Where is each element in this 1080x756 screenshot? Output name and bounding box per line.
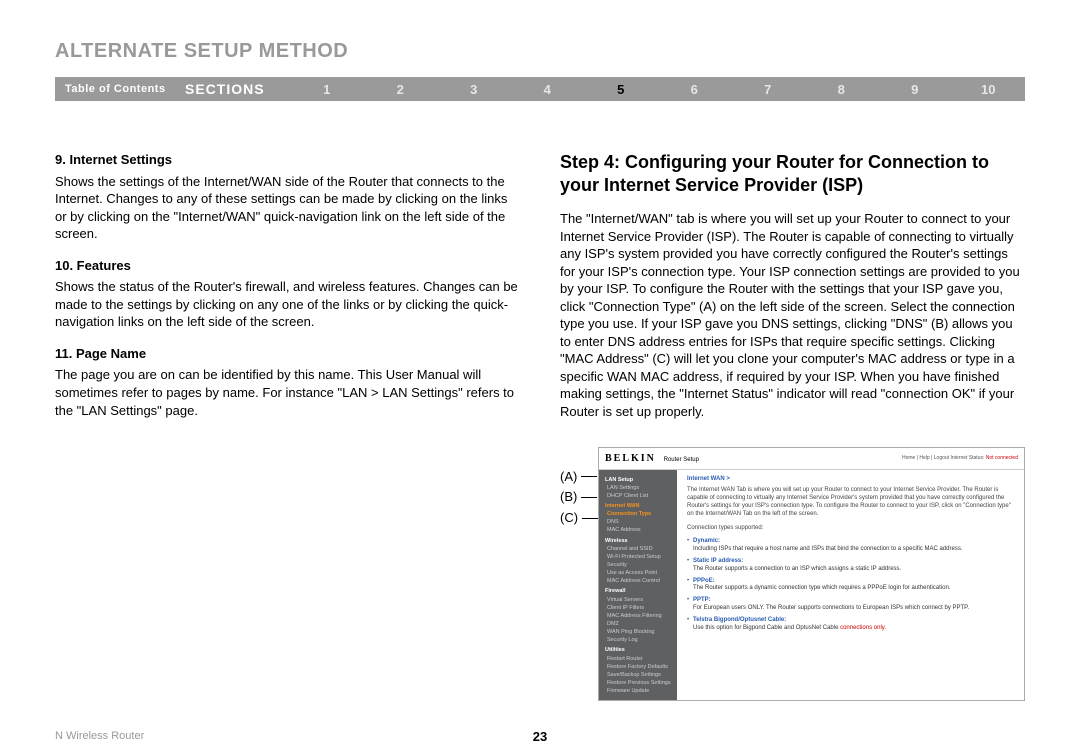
page-title: ALTERNATE SETUP METHOD [55,40,1025,63]
callout-labels: (A) (B) (C) [560,447,598,529]
callout-a: (A) [560,467,577,488]
sidebar-connection-type: Connection Type [607,511,671,518]
nav-section-10[interactable]: 10 [952,82,1026,97]
callout-c: (C) [560,508,578,529]
router-setup-label: Router Setup [658,457,699,463]
nav-section-3[interactable]: 3 [437,82,511,97]
nav-section-8[interactable]: 8 [805,82,879,97]
sidebar-dns: DNS [607,519,671,526]
nav-section-6[interactable]: 6 [658,82,732,97]
heading-page-name: 11. Page Name [55,345,520,363]
router-setup-screenshot: BELKIN Router Setup Home | Help | Logout… [598,447,1025,702]
right-column: Step 4: Configuring your Router for Conn… [560,151,1025,701]
step-4-title: Step 4: Configuring your Router for Conn… [560,151,1025,196]
nav-section-9[interactable]: 9 [878,82,952,97]
left-column: 9. Internet Settings Shows the settings … [55,151,520,701]
section-nav-bar: Table of Contents SECTIONS 1 2 3 4 5 6 7… [55,77,1025,101]
nav-section-1[interactable]: 1 [290,82,364,97]
para-internet-settings: Shows the settings of the Internet/WAN s… [55,173,520,243]
para-page-name: The page you are on can be identified by… [55,366,520,419]
nav-section-4[interactable]: 4 [511,82,585,97]
nav-section-7[interactable]: 7 [731,82,805,97]
heading-features: 10. Features [55,257,520,275]
callout-b: (B) [560,487,577,508]
nav-section-2[interactable]: 2 [364,82,438,97]
heading-internet-settings: 9. Internet Settings [55,151,520,169]
belkin-logo: BELKIN [605,453,656,464]
status-bar: Home | Help | Logout Internet Status: No… [902,455,1018,462]
step-4-body: The "Internet/WAN" tab is where you will… [560,210,1025,421]
router-main-panel: Internet WAN > The Internet WAN Tab is w… [677,470,1024,701]
footer-product: N Wireless Router [55,730,144,742]
para-features: Shows the status of the Router's firewal… [55,278,520,331]
nav-section-5[interactable]: 5 [584,82,658,97]
nav-sections-label: SECTIONS [185,81,290,97]
page-number: 23 [533,729,547,744]
nav-toc-link[interactable]: Table of Contents [55,83,185,95]
sidebar-mac-address: MAC Address [607,527,671,534]
breadcrumb: Internet WAN > [687,476,1014,484]
router-sidebar: LAN Setup LAN Settings DHCP Client List … [599,470,677,701]
